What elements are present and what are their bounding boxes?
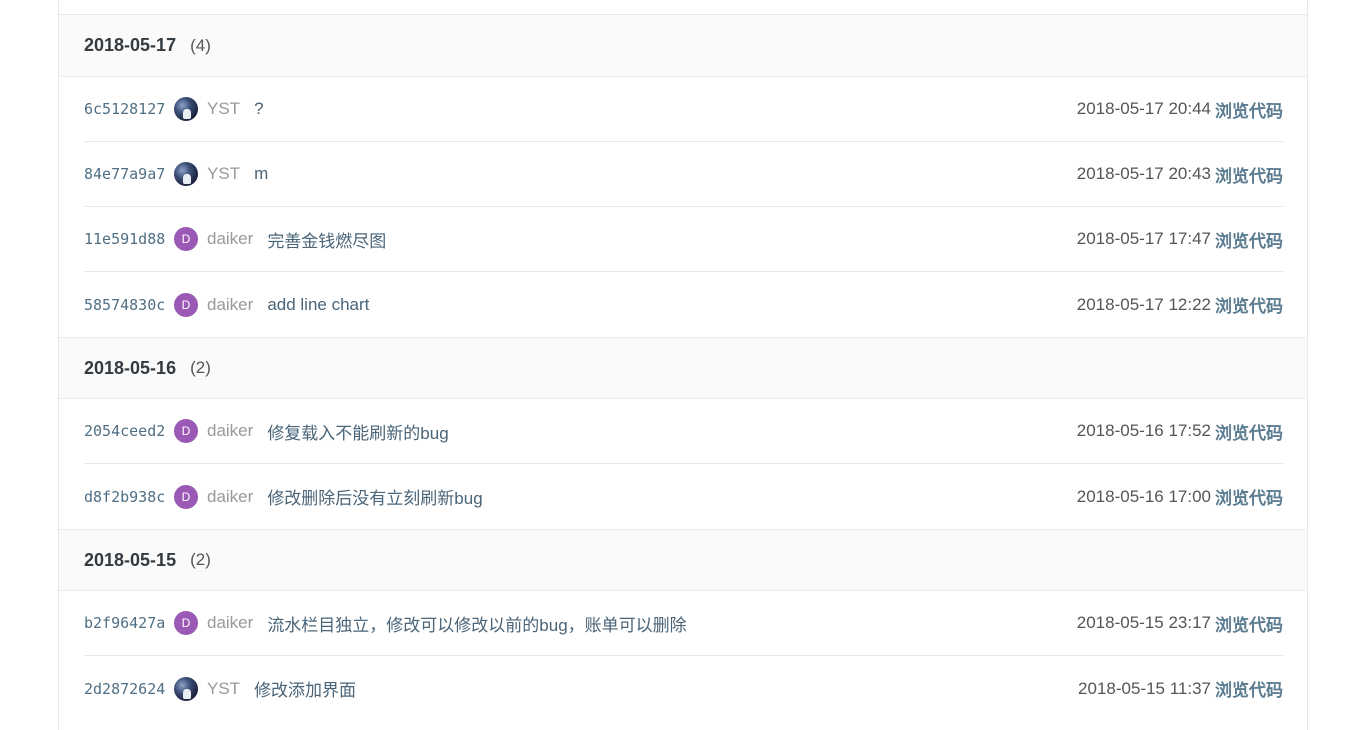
commit-sha-link[interactable]: d8f2b938c bbox=[84, 488, 172, 506]
commit-author[interactable]: daiker bbox=[207, 487, 253, 507]
commit-groups: 2018-05-17 (4) 6c5128127 YST ? 2018-05-1… bbox=[59, 15, 1307, 721]
commit-date-group: 2018-05-15 (2) b2f96427a D daiker 流水栏目独立… bbox=[59, 529, 1307, 721]
browse-code-link[interactable]: 浏览代码 bbox=[1215, 97, 1283, 122]
group-count: (2) bbox=[190, 358, 211, 377]
commit-row: 11e591d88 D daiker 完善金钱燃尽图 2018-05-17 17… bbox=[84, 207, 1283, 272]
browse-code-link[interactable]: 浏览代码 bbox=[1215, 676, 1283, 701]
commit-author[interactable]: daiker bbox=[207, 613, 253, 633]
commit-time: 2018-05-16 17:00 bbox=[1076, 486, 1211, 506]
commit-row: 2d2872624 YST 修改添加界面 2018-05-15 11:37 浏览… bbox=[84, 656, 1283, 721]
group-header: 2018-05-16 (2) bbox=[59, 337, 1307, 399]
browse-code-link[interactable]: 浏览代码 bbox=[1215, 292, 1283, 317]
letter-avatar[interactable]: D bbox=[174, 484, 198, 509]
browse-code-link[interactable]: 浏览代码 bbox=[1215, 162, 1283, 187]
commit-row: 58574830c D daiker add line chart 2018-0… bbox=[84, 272, 1283, 337]
commit-list: b2f96427a D daiker 流水栏目独立，修改可以修改以前的bug，账… bbox=[84, 591, 1283, 721]
commit-history-panel: 2018-05-17 (4) 6c5128127 YST ? 2018-05-1… bbox=[58, 0, 1308, 730]
commit-message-link[interactable]: m bbox=[254, 164, 268, 184]
commit-sha-link[interactable]: 2054ceed2 bbox=[84, 422, 172, 440]
commit-time: 2018-05-15 23:17 bbox=[1076, 613, 1211, 632]
commit-sha-link[interactable]: b2f96427a bbox=[84, 614, 172, 632]
commit-list: 6c5128127 YST ? 2018-05-17 20:44 浏览代码 84… bbox=[84, 77, 1283, 337]
commit-row: b2f96427a D daiker 流水栏目独立，修改可以修改以前的bug，账… bbox=[84, 591, 1283, 656]
group-header: 2018-05-17 (4) bbox=[59, 15, 1307, 77]
commit-message-link[interactable]: ? bbox=[254, 99, 263, 119]
user-avatar-image[interactable] bbox=[174, 676, 198, 701]
panel-top-edge bbox=[59, 0, 1307, 15]
commit-sha-link[interactable]: 6c5128127 bbox=[84, 100, 172, 118]
commit-author[interactable]: daiker bbox=[207, 295, 253, 315]
group-count: (2) bbox=[190, 550, 211, 569]
commit-author[interactable]: daiker bbox=[207, 421, 253, 441]
browse-code-link[interactable]: 浏览代码 bbox=[1215, 484, 1283, 509]
commit-date-group: 2018-05-16 (2) 2054ceed2 D daiker 修复载入不能… bbox=[59, 337, 1307, 529]
commit-sha-link[interactable]: 84e77a9a7 bbox=[84, 165, 172, 183]
commit-time: 2018-05-17 17:47 bbox=[1076, 229, 1211, 248]
commit-row: 84e77a9a7 YST m 2018-05-17 20:43 浏览代码 bbox=[84, 142, 1283, 207]
browse-code-link[interactable]: 浏览代码 bbox=[1215, 227, 1283, 252]
browse-code-link[interactable]: 浏览代码 bbox=[1215, 611, 1283, 636]
commit-time: 2018-05-16 17:52 bbox=[1076, 421, 1211, 440]
commit-time: 2018-05-17 12:22 bbox=[1076, 294, 1211, 314]
commit-author[interactable]: YST bbox=[207, 99, 240, 119]
commit-message-link[interactable]: add line chart bbox=[267, 295, 369, 315]
commit-author[interactable]: YST bbox=[207, 164, 240, 184]
letter-avatar[interactable]: D bbox=[174, 419, 198, 443]
commit-sha-link[interactable]: 11e591d88 bbox=[84, 230, 172, 248]
group-header: 2018-05-15 (2) bbox=[59, 529, 1307, 591]
commit-list: 2054ceed2 D daiker 修复载入不能刷新的bug 2018-05-… bbox=[84, 399, 1283, 529]
commit-author[interactable]: daiker bbox=[207, 229, 253, 249]
commit-row: d8f2b938c D daiker 修改删除后没有立刻刷新bug 2018-0… bbox=[84, 464, 1283, 529]
commit-sha-link[interactable]: 2d2872624 bbox=[84, 680, 172, 698]
user-avatar-image[interactable] bbox=[174, 97, 198, 121]
letter-avatar[interactable]: D bbox=[174, 611, 198, 635]
group-date: 2018-05-17 bbox=[84, 35, 177, 55]
commit-date-group: 2018-05-17 (4) 6c5128127 YST ? 2018-05-1… bbox=[59, 15, 1307, 337]
commit-message-link[interactable]: 流水栏目独立，修改可以修改以前的bug，账单可以删除 bbox=[267, 611, 686, 636]
group-count: (4) bbox=[190, 35, 211, 55]
user-avatar-image[interactable] bbox=[174, 162, 198, 186]
commit-row: 2054ceed2 D daiker 修复载入不能刷新的bug 2018-05-… bbox=[84, 399, 1283, 464]
commit-message-link[interactable]: 修复载入不能刷新的bug bbox=[267, 419, 448, 444]
browse-code-link[interactable]: 浏览代码 bbox=[1215, 419, 1283, 444]
commit-message-link[interactable]: 修改删除后没有立刻刷新bug bbox=[267, 484, 482, 509]
commit-time: 2018-05-17 20:43 bbox=[1076, 164, 1211, 183]
letter-avatar[interactable]: D bbox=[174, 227, 198, 251]
commit-sha-link[interactable]: 58574830c bbox=[84, 296, 172, 314]
letter-avatar[interactable]: D bbox=[174, 292, 198, 317]
group-date: 2018-05-15 bbox=[84, 549, 177, 570]
commit-message-link[interactable]: 完善金钱燃尽图 bbox=[267, 227, 386, 252]
group-date: 2018-05-16 bbox=[84, 357, 177, 378]
commit-time: 2018-05-15 11:37 bbox=[1078, 678, 1211, 698]
commit-row: 6c5128127 YST ? 2018-05-17 20:44 浏览代码 bbox=[84, 77, 1283, 142]
commit-time: 2018-05-17 20:44 bbox=[1076, 99, 1211, 118]
commit-message-link[interactable]: 修改添加界面 bbox=[254, 676, 356, 701]
commit-author[interactable]: YST bbox=[207, 679, 240, 699]
